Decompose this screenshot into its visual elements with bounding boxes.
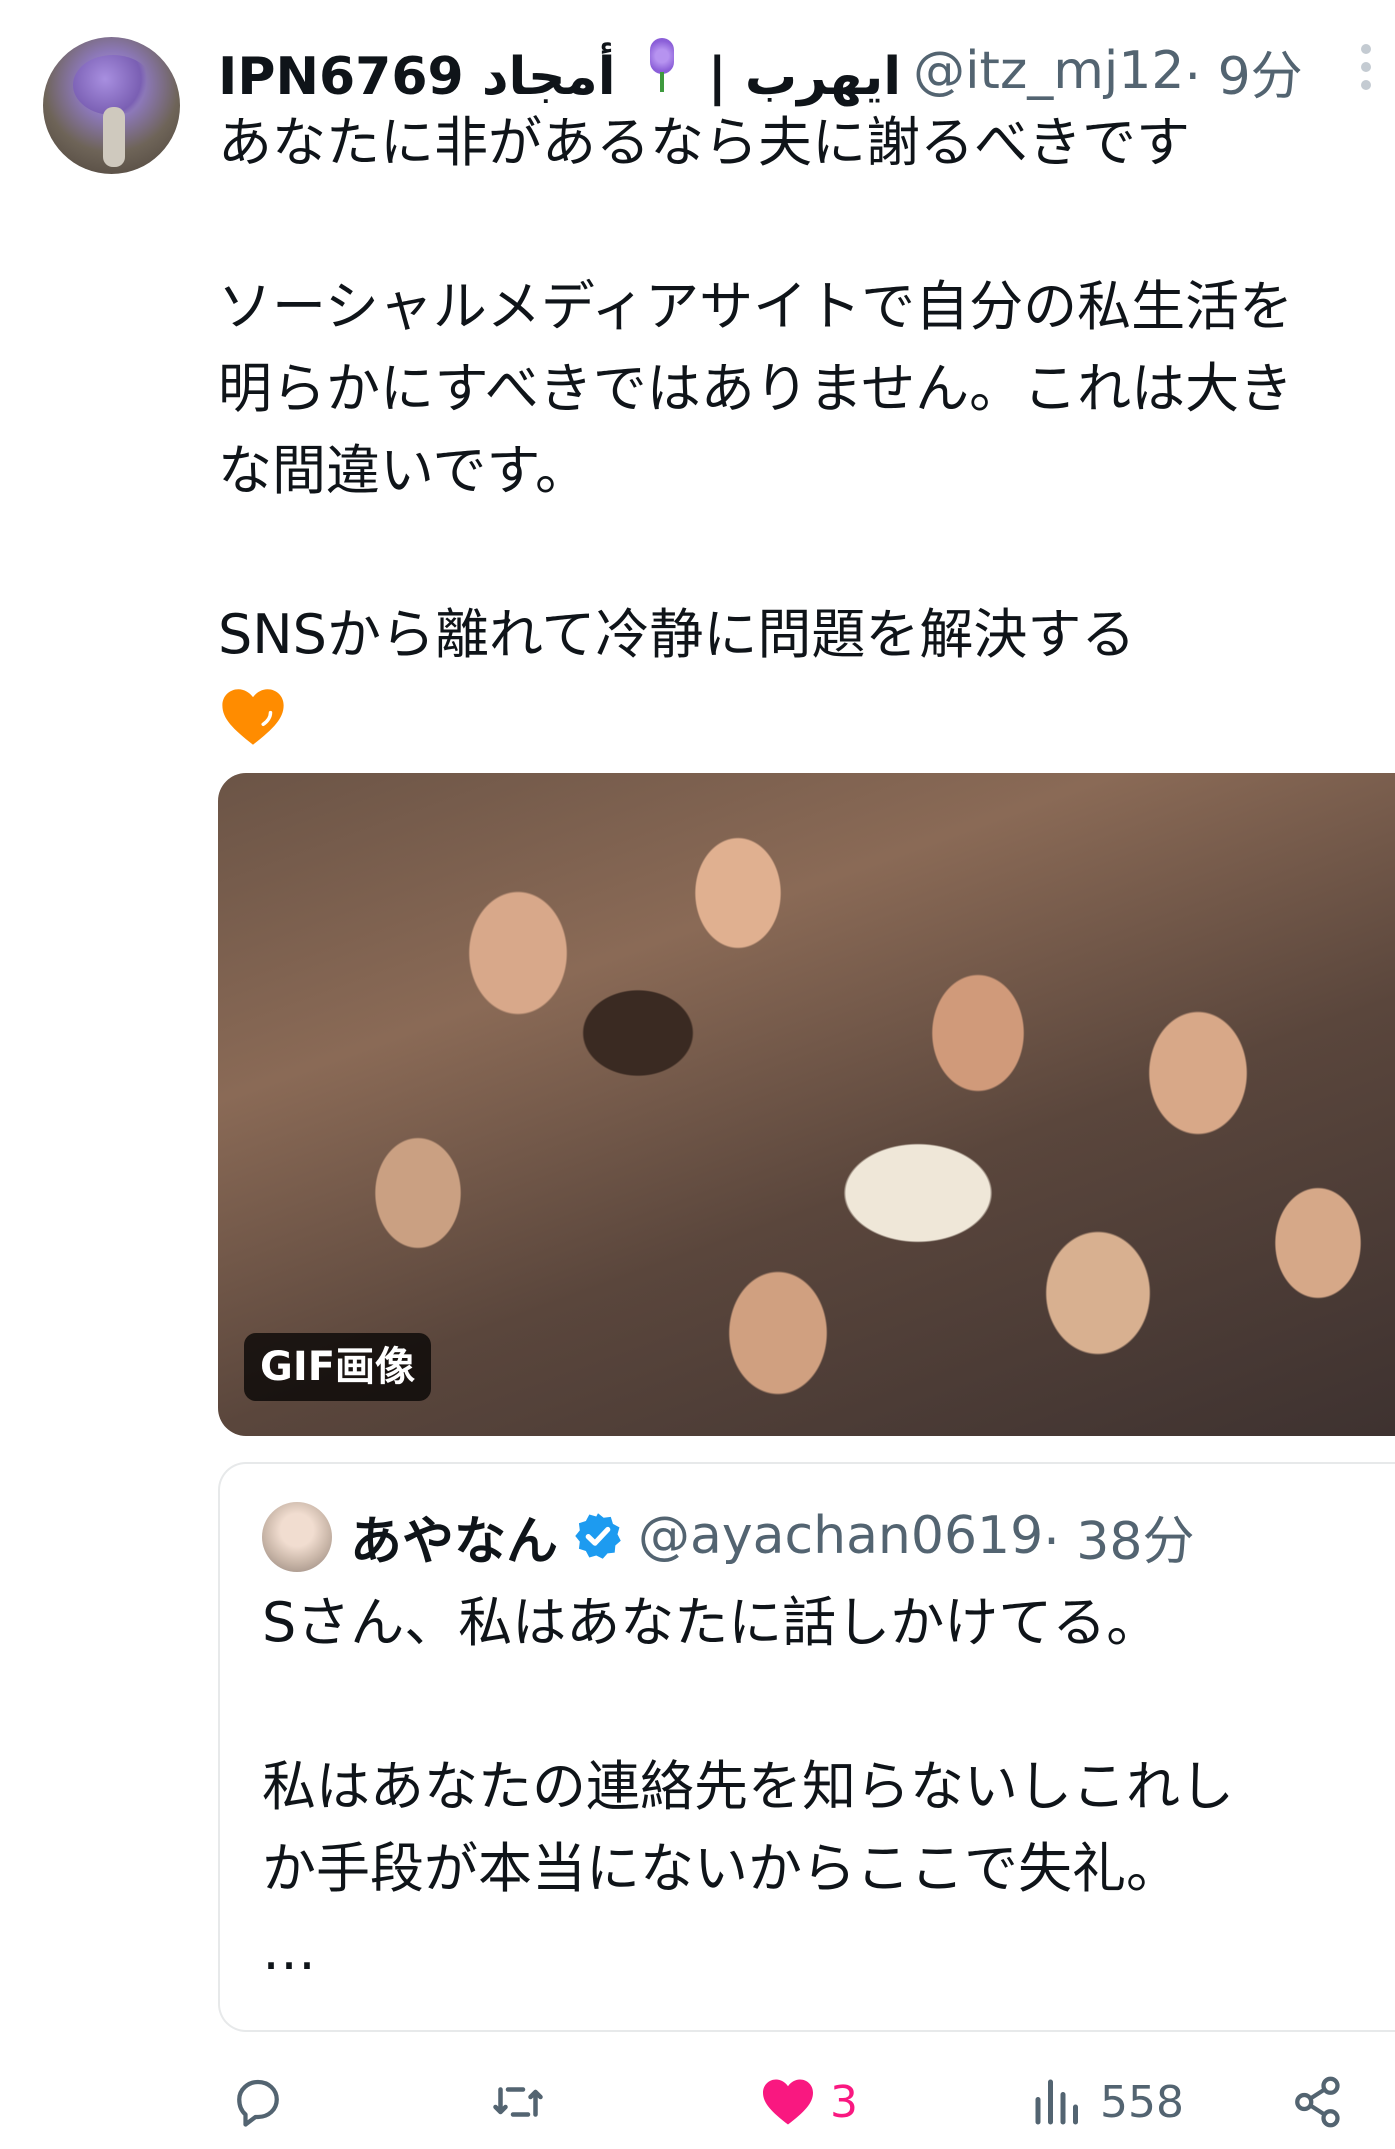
more-dot <box>1361 80 1371 90</box>
reply-button[interactable] <box>228 2062 300 2142</box>
retweet-button[interactable] <box>488 2062 560 2142</box>
quoted-author-avatar <box>262 1502 332 1572</box>
more-options-icon[interactable] <box>1356 44 1376 90</box>
gif-badge: GIF画像 <box>244 1333 432 1401</box>
tweet-line: あなたに非があるなら夫に謝るべきです <box>218 111 1190 174</box>
share-button[interactable] <box>1288 2062 1348 2142</box>
share-icon <box>1295 2076 1340 2128</box>
quoted-tweet-card[interactable]: あやなん @ayachan0619 · 38分 Sさん、私はあなたに話しかけてる… <box>218 1462 1395 2032</box>
tweet-line-gap <box>218 512 1388 594</box>
author-display-name[interactable]: IPN6769 ايهرب | أمجاد <box>218 36 901 107</box>
retweet-icon <box>493 2087 543 2117</box>
verified-badge-icon <box>572 1510 624 1562</box>
quoted-line: か手段が本当にないからここで失礼。 <box>262 1837 1180 1900</box>
quoted-line-gap <box>262 1664 1362 1746</box>
tweet-timestamp[interactable]: · 9分 <box>1185 34 1303 109</box>
more-dot <box>1361 44 1371 54</box>
views-button[interactable]: 558 <box>1028 2062 1184 2142</box>
reply-icon <box>237 2079 279 2127</box>
heart-filled-icon <box>763 2079 813 2125</box>
quoted-line: 私はあなたの連絡先を知らないしこれし <box>262 1755 1234 1818</box>
like-count: 3 <box>830 2076 858 2128</box>
tweet-line: 明らかにすべきではありません。これは大き <box>218 357 1294 420</box>
quoted-tweet-text: Sさん、私はあなたに話しかけてる。 私はあなたの連絡先を知らないしこれし か手段… <box>262 1582 1362 1992</box>
tweet-line: ソーシャルメディアサイトで自分の私生活を <box>218 275 1294 338</box>
tweet-line: な間違いです。 <box>218 439 589 502</box>
quoted-tweet-header: あやなん @ayachan0619 · 38分 <box>350 1500 1194 1572</box>
tweet-gif-media[interactable]: GIF画像 <box>218 773 1395 1436</box>
orange-heart-icon <box>218 682 288 752</box>
quoted-author-handle: @ayachan0619 <box>638 1506 1044 1566</box>
author-avatar[interactable] <box>43 37 180 174</box>
view-count: 558 <box>1100 2076 1184 2128</box>
author-handle[interactable]: @itz_mj12 <box>913 41 1184 101</box>
like-button[interactable]: 3 <box>758 2062 858 2142</box>
quoted-line: Sさん、私はあなたに話しかけてる。 <box>262 1591 1161 1654</box>
tweet-line: SNSから離れて冷静に問題を解決する <box>218 603 1136 666</box>
tweet-text: あなたに非があるなら夫に謝るべきです ソーシャルメディアサイトで自分の私生活を … <box>218 102 1388 775</box>
tweet-header: IPN6769 ايهرب | أمجاد @itz_mj12 · 9分 <box>218 34 1303 109</box>
quoted-timestamp: · 38分 <box>1043 1511 1195 1572</box>
quoted-line: … <box>262 1919 316 1982</box>
more-dot <box>1361 62 1371 72</box>
hyacinth-icon <box>642 36 682 94</box>
tweet-line-gap <box>218 184 1388 266</box>
avatar-vase <box>103 107 125 167</box>
views-chart-icon <box>1035 2079 1078 2125</box>
avatar-flowers <box>73 55 153 115</box>
author-name-suffix: أمجاد <box>481 46 634 107</box>
quoted-author-name: あやなん <box>350 1511 559 1572</box>
tweet-action-bar: 3 558 <box>218 2062 1395 2142</box>
